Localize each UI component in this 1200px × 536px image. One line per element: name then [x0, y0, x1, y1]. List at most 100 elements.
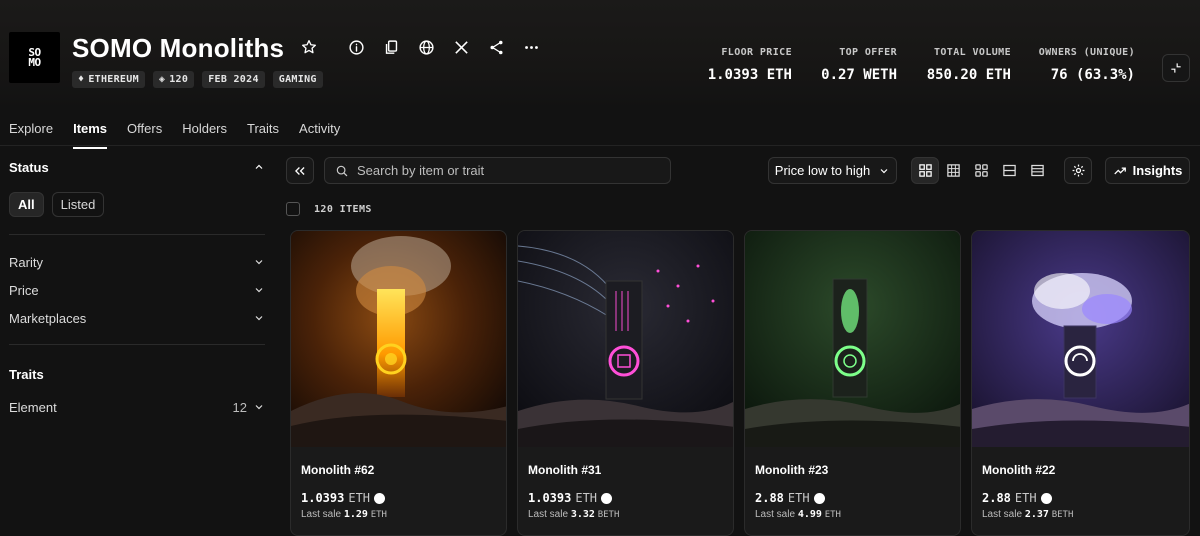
- item-count: 120 ITEMS: [314, 203, 372, 215]
- item-card[interactable]: Monolith #31 1.0393 ETH Last sale 3.32 BE…: [517, 230, 734, 536]
- sort-label: Price low to high: [774, 163, 871, 178]
- item-card[interactable]: Monolith #62 1.0393 ETH Last sale 1.29 ET…: [290, 230, 507, 536]
- table-icon: [1030, 164, 1044, 177]
- last-sale-currency: BETH: [597, 510, 620, 520]
- sort-dropdown[interactable]: Price low to high: [768, 157, 897, 184]
- chain-chip[interactable]: ♦ ETHEREUM: [72, 71, 145, 88]
- view-mode-group: [911, 157, 1051, 184]
- item-image[interactable]: [518, 231, 733, 447]
- last-sale-value: 4.99: [797, 509, 822, 520]
- copy-icon[interactable]: [383, 39, 400, 56]
- item-name[interactable]: Monolith #22: [982, 463, 1055, 477]
- insights-button[interactable]: Insights: [1105, 157, 1190, 184]
- view-large-grid-button[interactable]: [911, 157, 939, 184]
- item-card[interactable]: Monolith #23 2.88 ETH Last sale 4.99 ETH: [744, 230, 961, 536]
- favorite-star-icon[interactable]: [301, 39, 317, 55]
- chip-label: GAMING: [278, 74, 317, 85]
- item-image[interactable]: [291, 231, 506, 447]
- item-count-row: 120 ITEMS: [286, 202, 372, 216]
- settings-button[interactable]: [1064, 157, 1092, 184]
- category-chip[interactable]: GAMING: [272, 71, 323, 88]
- view-table-button[interactable]: [1023, 157, 1051, 184]
- last-sale-currency: ETH: [370, 510, 387, 520]
- filter-sidebar: Status All Listed Rarity Price Marketpla…: [9, 158, 265, 421]
- more-icon[interactable]: [523, 39, 540, 56]
- trend-up-icon: [1113, 166, 1126, 174]
- item-name[interactable]: Monolith #62: [301, 463, 374, 477]
- filter-marketplaces[interactable]: Marketplaces: [9, 304, 265, 332]
- monolith-fire-artwork: [291, 231, 506, 447]
- item-price: 2.88 ETH: [982, 491, 1052, 505]
- stat-value: 850.20 ETH: [926, 67, 1011, 83]
- marketplace-icon: [374, 492, 386, 504]
- filter-price[interactable]: Price: [9, 276, 265, 304]
- item-name[interactable]: Monolith #23: [755, 463, 828, 477]
- chevron-down-icon: [255, 405, 263, 410]
- search-box[interactable]: [324, 157, 671, 184]
- view-small-grid-button[interactable]: [939, 157, 967, 184]
- chevron-down-icon: [255, 316, 263, 321]
- item-image[interactable]: [972, 231, 1189, 447]
- price-value: 1.0393: [301, 491, 345, 505]
- last-sale: Last sale 3.32 BETH: [528, 509, 619, 520]
- monolith-tech-artwork: [518, 231, 733, 447]
- stat-value: 76 (63.3%): [1050, 67, 1135, 83]
- last-sale: Last sale 4.99 ETH: [755, 509, 841, 520]
- item-name[interactable]: Monolith #31: [528, 463, 601, 477]
- share-icon[interactable]: [488, 39, 505, 56]
- marketplace-icon: [601, 492, 613, 504]
- status-options: All Listed: [9, 192, 265, 217]
- select-all-checkbox[interactable]: [286, 202, 300, 216]
- item-price: 2.88 ETH: [755, 491, 825, 505]
- stat-floor-price: FLOOR PRICE 1.0393 ETH: [700, 47, 792, 83]
- trait-count-wrap: 12: [233, 400, 265, 415]
- price-currency: ETH: [1014, 491, 1037, 505]
- gear-icon: [1072, 164, 1084, 177]
- large-grid-icon: [918, 164, 932, 177]
- view-list-button[interactable]: [995, 157, 1023, 184]
- item-image[interactable]: [745, 231, 960, 447]
- tab-divider: [0, 145, 1200, 146]
- filter-label: Marketplaces: [9, 310, 87, 326]
- item-price: 1.0393 ETH: [528, 491, 613, 505]
- collapse-sidebar-button[interactable]: [286, 157, 314, 184]
- stat-label: TOTAL VOLUME: [933, 47, 1011, 58]
- price-value: 1.0393: [528, 491, 572, 505]
- trait-element[interactable]: Element 12: [9, 393, 265, 421]
- x-icon[interactable]: [453, 39, 470, 56]
- view-masonry-button[interactable]: [967, 157, 995, 184]
- stat-value: 0.27 WETH: [821, 67, 897, 83]
- price-currency: ETH: [348, 491, 371, 505]
- stat-owners: OWNERS (UNIQUE) 76 (63.3%): [1026, 47, 1135, 83]
- marketplace-icon: [813, 492, 825, 504]
- collection-logo[interactable]: SO MO: [9, 32, 60, 83]
- status-all-button[interactable]: All: [9, 192, 44, 217]
- chevron-up-icon: [255, 164, 263, 169]
- filter-label: Rarity: [9, 254, 43, 270]
- item-card[interactable]: Monolith #22 2.88 ETH Last sale 2.37 BETH: [971, 230, 1190, 536]
- search-icon: [336, 165, 348, 176]
- search-input[interactable]: [357, 163, 657, 178]
- info-icon[interactable]: [348, 39, 365, 56]
- stat-value: 1.0393 ETH: [707, 67, 792, 83]
- monolith-nature-artwork: [745, 231, 960, 447]
- price-value: 2.88: [755, 491, 784, 505]
- filter-label: Price: [9, 282, 39, 298]
- filter-rarity[interactable]: Rarity: [9, 248, 265, 276]
- header-icon-bar: [348, 39, 540, 56]
- stat-label: TOP OFFER: [839, 47, 897, 58]
- chip-label: FEB 2024: [208, 74, 259, 85]
- status-filter-header[interactable]: Status: [9, 158, 265, 176]
- expand-button[interactable]: [1162, 54, 1190, 82]
- stat-label: OWNERS (UNIQUE): [1038, 47, 1135, 58]
- masonry-icon: [974, 164, 988, 177]
- status-listed-button[interactable]: Listed: [51, 192, 105, 217]
- globe-icon[interactable]: [418, 39, 435, 56]
- small-grid-icon: [946, 164, 960, 177]
- monolith-wind-artwork: [972, 231, 1189, 447]
- price-value: 2.88: [982, 491, 1011, 505]
- insights-label: Insights: [1132, 163, 1183, 178]
- price-currency: ETH: [787, 491, 810, 505]
- last-sale-label: Last sale: [528, 509, 569, 520]
- chevron-down-icon: [880, 168, 888, 173]
